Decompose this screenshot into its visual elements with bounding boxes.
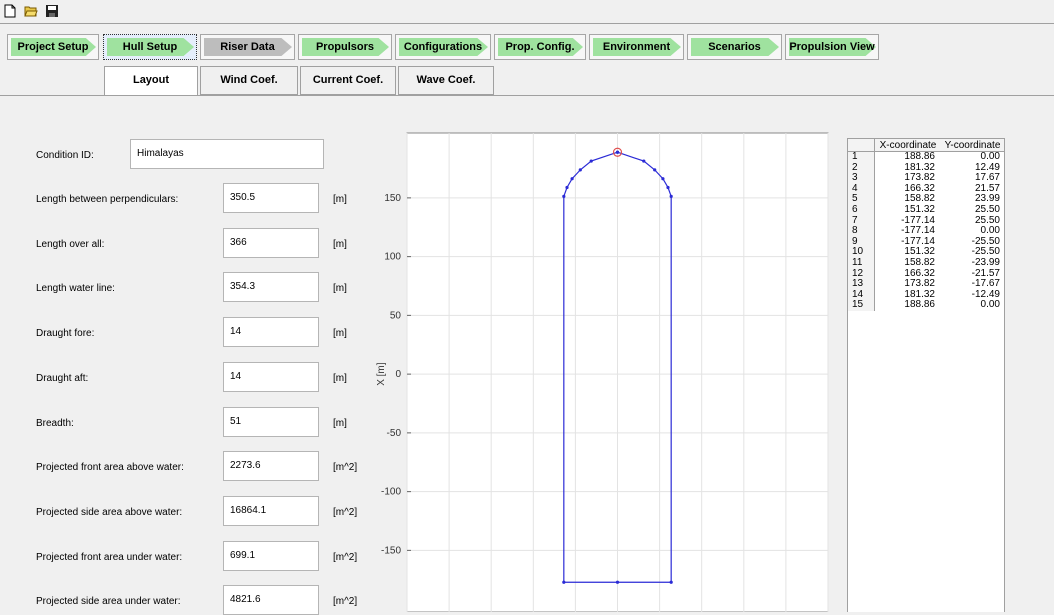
y-cell: 25.50 [974,203,1000,215]
y-tick-label: 0 [395,369,401,380]
x-cell: 188.86 [904,299,935,311]
hull-point[interactable] [578,168,582,172]
y-cell: -23.99 [971,256,1000,268]
table-corner [848,139,875,151]
hull-point[interactable] [589,159,593,163]
hull-point[interactable] [570,177,574,181]
table-body: 1 188.86 0.00 2 181.32 12.49 3 173.82 17.67 4 166.… [848,151,1004,311]
table-row[interactable]: 6 151.32 25.50 [848,203,1004,216]
hull-point[interactable] [642,159,646,163]
row-index: 6 [848,204,875,216]
row-index: 1 [848,151,875,163]
table-row[interactable]: 11 158.82 -23.99 [848,256,1004,269]
row-index: 15 [848,300,875,311]
y-axis-label: X [m] [376,362,387,386]
hull-point[interactable] [562,194,566,198]
hull-point[interactable] [669,194,673,198]
y-cell: 0.00 [980,151,1000,162]
y-tick-label: 150 [384,193,401,204]
hull-point[interactable] [565,185,569,190]
x-cell: 188.86 [904,151,935,162]
hull-point[interactable] [653,168,657,172]
table-row[interactable]: 15 188.86 0.00 [848,300,1004,311]
y-tick-label: -50 [387,428,402,439]
x-cell: 158.82 [904,256,935,268]
coordinate-table: X-coordinate Y-coordinate 1 188.86 0.00 2 18… [847,138,1005,612]
hull-point[interactable] [669,580,673,584]
table-row[interactable]: 1 188.86 0.00 [848,151,1004,163]
hull-point[interactable] [666,185,670,190]
hull-point[interactable] [615,580,620,584]
y-cell: 0.00 [980,299,1000,311]
hull-point[interactable] [562,580,566,584]
y-tick-label: -100 [381,487,401,498]
hull-point[interactable] [661,177,665,181]
y-tick-label: -150 [381,545,401,556]
y-coordinate-header: Y-coordinate [944,140,1001,151]
y-tick-label: 50 [390,310,402,321]
hull-point[interactable] [615,150,620,154]
row-index: 11 [848,257,875,269]
y-tick-label: 100 [384,252,401,263]
x-coordinate-header: X-coordinate [879,140,937,151]
x-cell: 151.32 [904,203,935,215]
